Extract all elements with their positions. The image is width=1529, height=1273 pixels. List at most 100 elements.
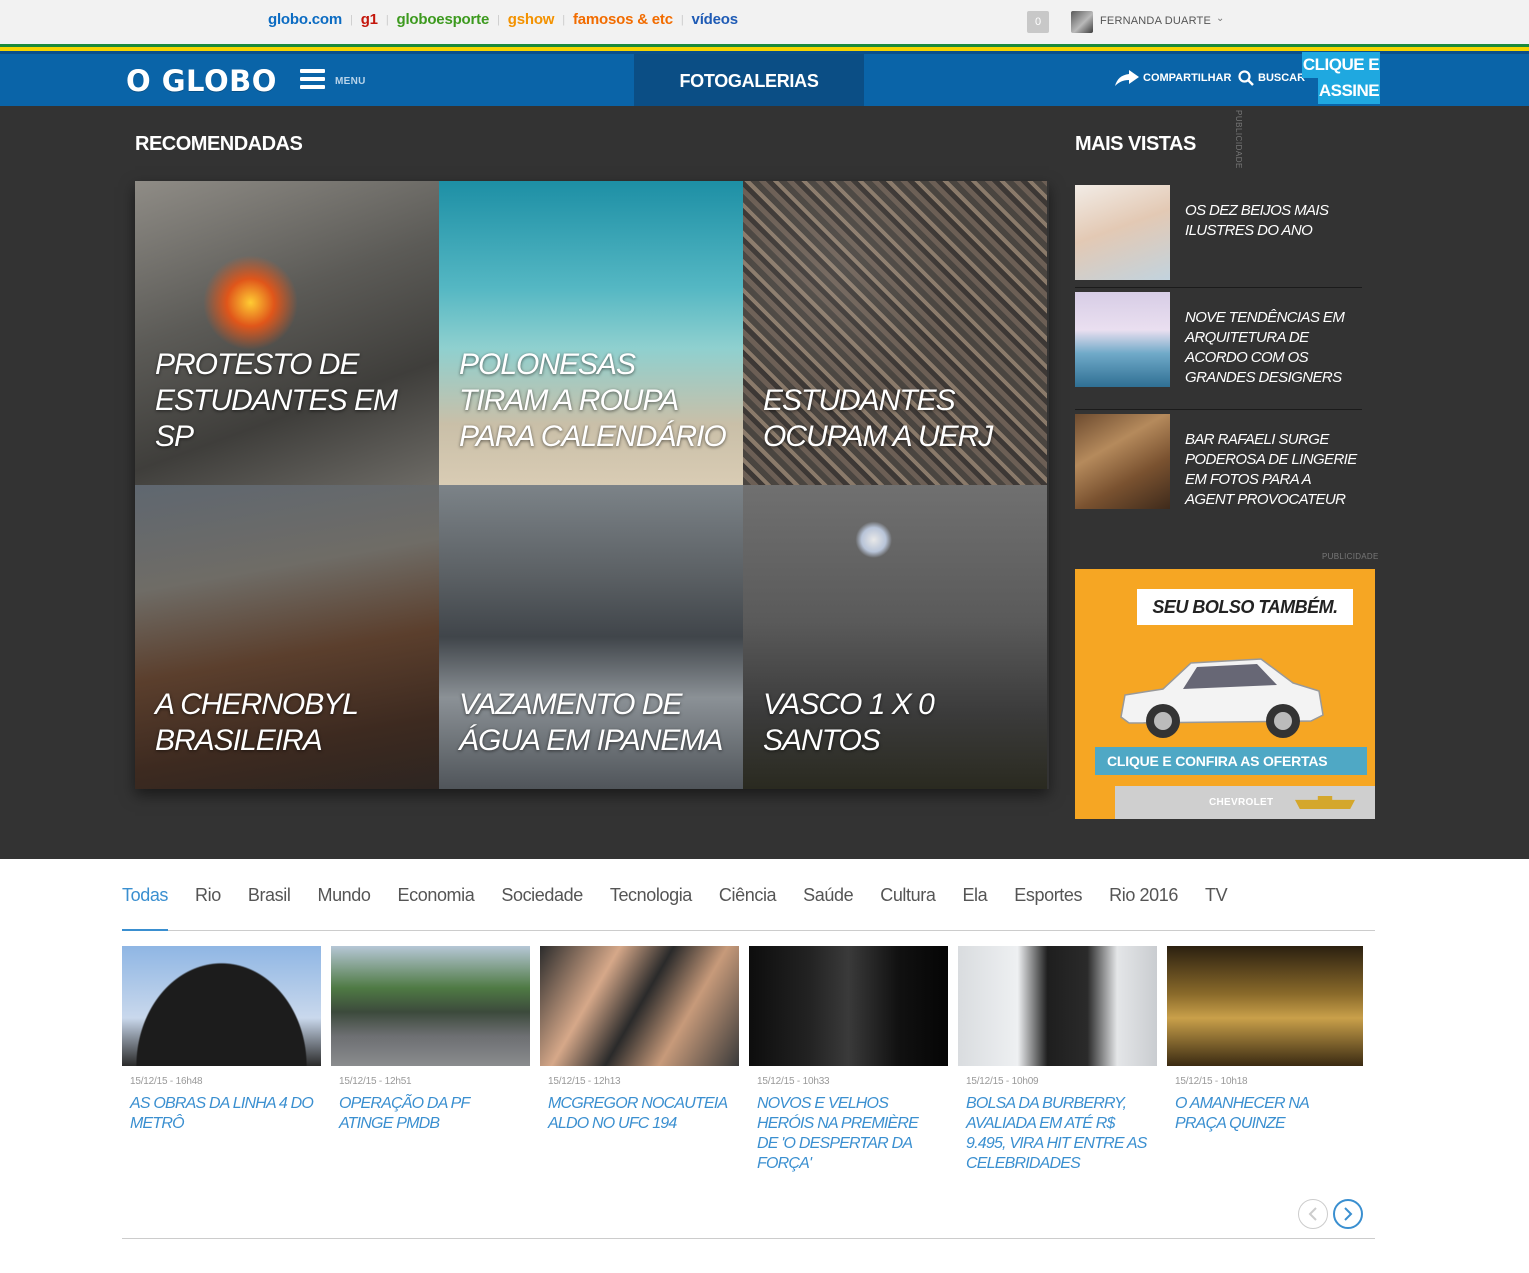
tab-sociedade[interactable]: Sociedade	[501, 884, 583, 931]
gallery-card-date: 15/12/15 - 12h13	[548, 1076, 621, 1087]
gallery-card-date: 15/12/15 - 10h09	[966, 1076, 1039, 1087]
gallery-card[interactable]: 15/12/15 - 16h48 AS OBRAS DA LINHA 4 DO …	[122, 946, 321, 1134]
gallery-card-date: 15/12/15 - 10h33	[757, 1076, 830, 1087]
tab-rio[interactable]: Rio	[195, 884, 221, 931]
gallery-card-date: 15/12/15 - 10h18	[1175, 1076, 1248, 1087]
mais-vistas-item[interactable]: OS DEZ BEIJOS MAIS ILUSTRES DO ANO	[1075, 185, 1362, 288]
share-arrow-icon	[1115, 70, 1139, 86]
gallery-card[interactable]: 15/12/15 - 12h51 OPERAÇÃO DA PF ATINGE P…	[331, 946, 530, 1134]
ad-footer: CHEVROLET	[1075, 786, 1375, 819]
mais-vistas-thumb	[1075, 414, 1170, 509]
tab-tecnologia[interactable]: Tecnologia	[610, 884, 692, 931]
gallery-tile[interactable]: PROTESTO DE ESTUDANTES EM SP	[135, 181, 439, 485]
gallery-card-image	[749, 946, 948, 1066]
tab-ciencia[interactable]: Ciência	[719, 884, 777, 931]
gallery-card-date: 15/12/15 - 12h51	[339, 1076, 412, 1087]
link-videos[interactable]: vídeos	[692, 11, 739, 28]
share-button[interactable]: COMPARTILHAR	[1115, 70, 1231, 86]
menu-label[interactable]: MENU	[335, 76, 366, 87]
mais-vistas-item[interactable]: NOVE TENDÊNCIAS EM ARQUITETURA DE ACORDO…	[1075, 292, 1362, 410]
gallery-tile-caption: VASCO 1 X 0 SANTOS	[763, 688, 935, 757]
link-g1[interactable]: g1	[361, 11, 378, 28]
chevron-right-icon	[1344, 1207, 1353, 1221]
section-title[interactable]: FOTOGALERIAS	[634, 54, 864, 106]
gallery-card[interactable]: 15/12/15 - 10h33 NOVOS E VELHOS HERÓIS N…	[749, 946, 948, 1174]
publicidade-label: PUBLICIDADE	[1322, 552, 1379, 561]
tab-brasil[interactable]: Brasil	[248, 884, 291, 931]
search-label: BUSCAR	[1258, 72, 1306, 84]
gallery-tile-caption: ESTUDANTES OCUPAM A UERJ	[763, 384, 993, 453]
advertisement[interactable]: SEU BOLSO TAMBÉM. CLIQUE E CONFIRA AS OF…	[1075, 569, 1375, 819]
recomendadas-heading: RECOMENDADAS	[135, 133, 303, 155]
tab-mundo[interactable]: Mundo	[317, 884, 370, 931]
link-famosos[interactable]: famosos & etc	[573, 11, 673, 28]
tab-saude[interactable]: Saúde	[803, 884, 853, 931]
chevron-left-icon	[1308, 1207, 1317, 1221]
tab-tv[interactable]: TV	[1205, 884, 1228, 931]
notification-counter[interactable]: 0	[1027, 11, 1049, 33]
gallery-card[interactable]: 15/12/15 - 10h09 BOLSA DA BURBERRY, AVAL…	[958, 946, 1157, 1174]
gallery-tile[interactable]: VAZAMENTO DE ÁGUA EM IPANEMA	[439, 485, 743, 789]
gallery-card[interactable]: 15/12/15 - 12h13 MCGREGOR NOCAUTEIA ALDO…	[540, 946, 739, 1134]
gallery-card-title: O AMANHECER NA PRAÇA QUINZE	[1175, 1095, 1309, 1132]
gallery-tile[interactable]: VASCO 1 X 0 SANTOS	[743, 485, 1047, 789]
link-globoesporte[interactable]: globoesporte	[396, 11, 489, 28]
tab-economia[interactable]: Economia	[398, 884, 475, 931]
mais-vistas-thumb	[1075, 292, 1170, 387]
gallery-card-date: 15/12/15 - 16h48	[130, 1076, 203, 1087]
mais-vistas-title: BAR RAFAELI SURGE PODEROSA DE LINGERIE E…	[1185, 431, 1357, 508]
gallery-card[interactable]: 15/12/15 - 10h18 O AMANHECER NA PRAÇA QU…	[1167, 946, 1363, 1134]
gallery-card-image	[122, 946, 321, 1066]
category-tabs: Todas Rio Brasil Mundo Economia Sociedad…	[122, 884, 1375, 931]
mais-vistas-item[interactable]: BAR RAFAELI SURGE PODEROSA DE LINGERIE E…	[1075, 414, 1362, 530]
ad-brand: CHEVROLET	[1209, 797, 1274, 808]
tab-cultura[interactable]: Cultura	[880, 884, 936, 931]
gallery-card-image	[958, 946, 1157, 1066]
search-icon	[1238, 70, 1254, 86]
user-name[interactable]: FERNANDA DUARTE	[1100, 15, 1211, 27]
car-image	[1120, 658, 1324, 738]
link-globo-com[interactable]: globo.com	[268, 11, 342, 28]
gallery-tile[interactable]: POLONESAS TIRAM A ROUPA PARA CALENDÁRIO	[439, 181, 743, 485]
hamburger-icon[interactable]	[300, 69, 325, 90]
search-button[interactable]: BUSCAR	[1238, 70, 1305, 86]
gallery-card-title: OPERAÇÃO DA PF ATINGE PMDB	[339, 1095, 470, 1132]
recommended-grid: PROTESTO DE ESTUDANTES EM SP POLONESAS T…	[135, 181, 1049, 789]
carousel-next-button[interactable]	[1333, 1199, 1363, 1229]
tab-ela[interactable]: Ela	[962, 884, 987, 931]
tab-rio-2016[interactable]: Rio 2016	[1109, 884, 1178, 931]
mais-vistas-heading: MAIS VISTAS	[1075, 133, 1196, 155]
ad-cta-button[interactable]: CLIQUE E CONFIRA AS OFERTAS	[1095, 747, 1367, 775]
publicidade-vertical-label: PUBLICIDADE	[1234, 110, 1243, 169]
gallery-card-image	[540, 946, 739, 1066]
link-gshow[interactable]: gshow	[508, 11, 555, 28]
gallery-tile-caption: PROTESTO DE ESTUDANTES EM SP	[155, 348, 398, 453]
gallery-tile-caption: POLONESAS TIRAM A ROUPA PARA CALENDÁRIO	[459, 348, 727, 453]
network-links: globo.com | g1 | globoesporte | gshow | …	[268, 11, 738, 28]
mais-vistas-title: OS DEZ BEIJOS MAIS ILUSTRES DO ANO	[1185, 202, 1329, 239]
gallery-card-title: NOVOS E VELHOS HERÓIS NA PREMIÈRE DE 'O …	[757, 1095, 919, 1172]
tab-todas[interactable]: Todas	[122, 884, 168, 931]
tab-esportes[interactable]: Esportes	[1014, 884, 1082, 931]
gallery-tile-caption: VAZAMENTO DE ÁGUA EM IPANEMA	[459, 688, 723, 757]
carousel-prev-button[interactable]	[1298, 1199, 1328, 1229]
chevrolet-bowtie-icon	[1295, 796, 1355, 809]
main-navbar: O GLOBO MENU FOTOGALERIAS COMPARTILHAR B…	[0, 52, 1529, 106]
gallery-card-image	[331, 946, 530, 1066]
flag-stripe	[0, 44, 1529, 54]
logo[interactable]: O GLOBO	[126, 64, 277, 98]
gallery-section: RECOMENDADAS MAIS VISTAS PUBLICIDADE PRO…	[0, 106, 1529, 859]
share-label: COMPARTILHAR	[1143, 72, 1232, 84]
avatar[interactable]	[1071, 11, 1093, 33]
subscribe-button-line2[interactable]: ASSINE	[1318, 78, 1380, 104]
mais-vistas-title: NOVE TENDÊNCIAS EM ARQUITETURA DE ACORDO…	[1185, 309, 1345, 386]
gallery-tile[interactable]: ESTUDANTES OCUPAM A UERJ	[743, 181, 1047, 485]
global-topbar: globo.com | g1 | globoesporte | gshow | …	[0, 0, 1529, 44]
gallery-card-title: BOLSA DA BURBERRY, AVALIADA EM ATÉ R$ 9.…	[966, 1095, 1147, 1172]
chevron-down-icon[interactable]: ⌄	[1216, 13, 1224, 24]
gallery-card-image	[1167, 946, 1363, 1066]
gallery-tile-caption: A CHERNOBYL BRASILEIRA	[155, 688, 358, 757]
subscribe-button-line1[interactable]: CLIQUE E	[1302, 52, 1380, 78]
gallery-card-title: AS OBRAS DA LINHA 4 DO METRÔ	[130, 1095, 314, 1132]
gallery-tile[interactable]: A CHERNOBYL BRASILEIRA	[135, 485, 439, 789]
